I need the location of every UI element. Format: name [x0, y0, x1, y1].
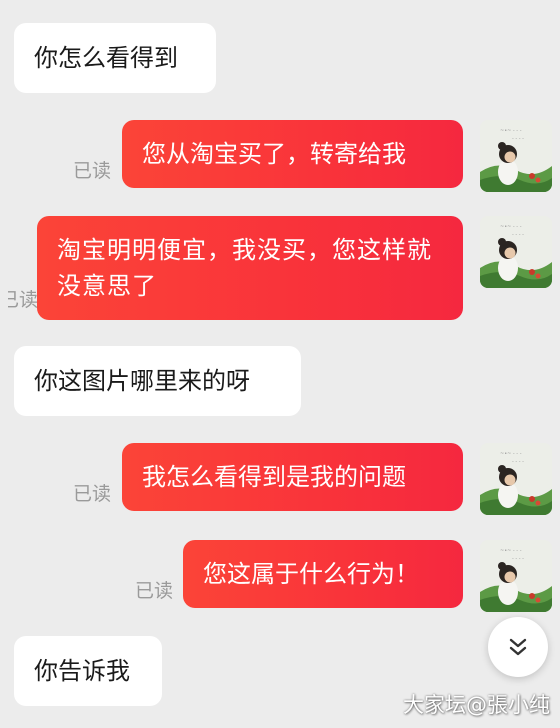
message-text: 你告诉我	[34, 657, 130, 685]
message-text: 您从淘宝买了，转寄给我	[142, 140, 406, 168]
incoming-message-bubble[interactable]: 你怎么看得到	[14, 23, 216, 93]
read-receipt: 已读	[73, 483, 112, 505]
svg-text:~•~ - - -: ~•~ - - -	[500, 224, 522, 230]
avatar[interactable]: ~•~ - - - - - - -	[480, 443, 552, 515]
avatar-photo: ~•~ - - - - - - -	[480, 216, 552, 288]
avatar-photo: ~•~ - - - - - - -	[480, 540, 552, 612]
scroll-to-bottom-button[interactable]	[488, 617, 548, 677]
message-text: 我怎么看得到是我的问题	[142, 463, 406, 491]
svg-text:- - - -: - - - -	[512, 459, 524, 465]
outgoing-message-bubble[interactable]: 您从淘宝买了，转寄给我	[122, 120, 463, 188]
incoming-message-bubble[interactable]: 你告诉我	[14, 636, 162, 706]
svg-text:- - - -: - - - -	[512, 232, 524, 238]
message-text: 您这属于什么行为！	[203, 560, 419, 588]
read-receipt: 已读	[73, 160, 112, 182]
watermark: 大家坛@張小纯	[403, 693, 550, 717]
incoming-message-bubble[interactable]: 你这图片哪里来的呀	[14, 346, 301, 416]
svg-text:~•~ - - -: ~•~ - - -	[500, 548, 522, 554]
message-text: 淘宝明明便宜，我没买，您这样就没意思了	[57, 236, 432, 300]
message-text: 你怎么看得到	[34, 44, 178, 72]
message-text: 你这图片哪里来的呀	[34, 367, 250, 395]
outgoing-message-bubble[interactable]: 我怎么看得到是我的问题	[122, 443, 463, 511]
avatar-photo: ~•~ - - - - - - -	[480, 120, 552, 192]
outgoing-message-bubble[interactable]: 淘宝明明便宜，我没买，您这样就没意思了	[37, 216, 463, 320]
read-receipt: 已读	[135, 580, 174, 602]
svg-text:~•~ - - -: ~•~ - - -	[500, 128, 522, 134]
avatar[interactable]: ~•~ - - - - - - -	[480, 540, 552, 612]
outgoing-message-bubble[interactable]: 您这属于什么行为！	[183, 540, 463, 608]
read-receipt: 已读	[0, 289, 39, 311]
svg-text:- - - -: - - - -	[512, 556, 524, 562]
svg-text:~•~ - - -: ~•~ - - -	[500, 451, 522, 457]
svg-text:- - - -: - - - -	[512, 136, 524, 142]
double-chevron-down-icon	[509, 638, 527, 656]
avatar[interactable]: ~•~ - - - - - - -	[480, 120, 552, 192]
avatar[interactable]: ~•~ - - - - - - -	[480, 216, 552, 288]
avatar-photo: ~•~ - - - - - - -	[480, 443, 552, 515]
